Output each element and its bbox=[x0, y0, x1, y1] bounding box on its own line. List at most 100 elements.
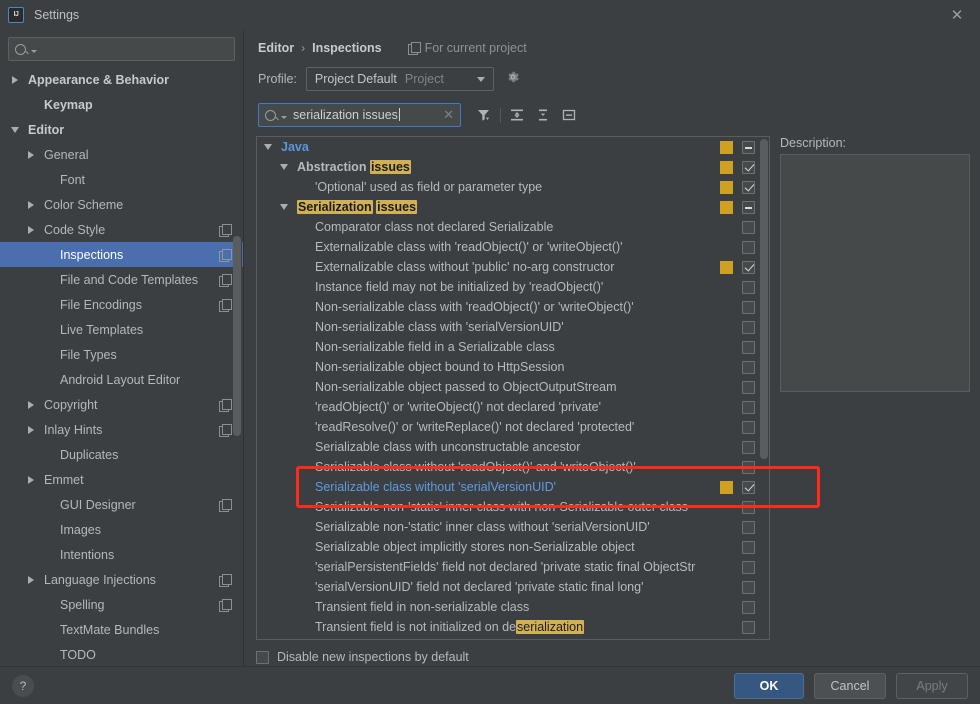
help-button[interactable]: ? bbox=[12, 674, 34, 697]
inspection-enabled-checkbox[interactable] bbox=[742, 240, 755, 254]
close-icon[interactable]: ✕ bbox=[934, 0, 980, 30]
inspection-row[interactable]: Non-serializable class with 'serialVersi… bbox=[257, 317, 769, 337]
inspection-enabled-checkbox[interactable] bbox=[742, 400, 755, 414]
sidebar-item-general[interactable]: General bbox=[0, 142, 243, 167]
sidebar-twisty[interactable] bbox=[24, 200, 38, 209]
chevron-down-icon[interactable] bbox=[277, 204, 291, 210]
severity-warning-swatch[interactable] bbox=[720, 180, 733, 194]
ok-button[interactable]: OK bbox=[734, 672, 804, 699]
sidebar-item-copyright[interactable]: Copyright bbox=[0, 392, 243, 417]
sidebar-item-appearance-behavior[interactable]: Appearance & Behavior bbox=[0, 67, 243, 92]
sidebar-item-duplicates[interactable]: Duplicates bbox=[0, 442, 243, 467]
breadcrumb-parent[interactable]: Editor bbox=[258, 41, 294, 55]
copy-settings-icon[interactable] bbox=[219, 423, 232, 437]
inspection-row[interactable]: Serializable class without 'readObject()… bbox=[257, 457, 769, 477]
chevron-down-icon[interactable] bbox=[261, 144, 275, 150]
sidebar-twisty[interactable] bbox=[8, 75, 22, 84]
inspection-enabled-checkbox[interactable] bbox=[742, 220, 755, 234]
sidebar-twisty[interactable] bbox=[24, 425, 38, 434]
sidebar-item-textmate-bundles[interactable]: TextMate Bundles bbox=[0, 617, 243, 642]
cancel-button[interactable]: Cancel bbox=[814, 672, 886, 699]
sidebar-twisty[interactable] bbox=[24, 575, 38, 584]
sidebar-item-android-layout-editor[interactable]: Android Layout Editor bbox=[0, 367, 243, 392]
inspection-enabled-checkbox[interactable] bbox=[742, 200, 755, 214]
inspection-row[interactable]: 'readResolve()' or 'writeReplace()' not … bbox=[257, 417, 769, 437]
sidebar-twisty[interactable] bbox=[8, 126, 22, 133]
inspection-enabled-checkbox[interactable] bbox=[742, 420, 755, 434]
sidebar-item-spelling[interactable]: Spelling bbox=[0, 592, 243, 617]
severity-warning-swatch[interactable] bbox=[720, 140, 733, 154]
filter-inspections-button[interactable] bbox=[471, 103, 497, 127]
profile-select[interactable]: Project Default Project bbox=[305, 67, 494, 91]
sidebar-item-todo[interactable]: TODO bbox=[0, 642, 243, 666]
inspection-row[interactable]: Serializable class without 'serialVersio… bbox=[257, 477, 769, 497]
inspection-row[interactable]: Comparator class not declared Serializab… bbox=[257, 217, 769, 237]
inspection-row[interactable]: Non-serializable object bound to HttpSes… bbox=[257, 357, 769, 377]
sidebar-item-editor[interactable]: Editor bbox=[0, 117, 243, 142]
severity-warning-swatch[interactable] bbox=[720, 260, 733, 274]
profile-settings-button[interactable] bbox=[506, 70, 524, 88]
inspection-row[interactable]: Non-serializable class with 'readObject(… bbox=[257, 297, 769, 317]
inspection-enabled-checkbox[interactable] bbox=[742, 580, 755, 594]
inspection-enabled-checkbox[interactable] bbox=[742, 180, 755, 194]
inspection-enabled-checkbox[interactable] bbox=[742, 600, 755, 614]
inspection-group-row[interactable]: Serialization issues bbox=[257, 197, 769, 217]
apply-button[interactable]: Apply bbox=[896, 672, 968, 699]
inspection-row[interactable]: Serializable non-'static' inner class wi… bbox=[257, 517, 769, 537]
copy-settings-icon[interactable] bbox=[219, 498, 232, 512]
copy-settings-icon[interactable] bbox=[219, 398, 232, 412]
sidebar-item-file-types[interactable]: File Types bbox=[0, 342, 243, 367]
sidebar-item-color-scheme[interactable]: Color Scheme bbox=[0, 192, 243, 217]
inspection-row[interactable]: Externalizable class with 'readObject()'… bbox=[257, 237, 769, 257]
inspection-enabled-checkbox[interactable] bbox=[742, 360, 755, 374]
inspection-enabled-checkbox[interactable] bbox=[742, 300, 755, 314]
inspection-enabled-checkbox[interactable] bbox=[742, 560, 755, 574]
inspection-row[interactable]: Serializable object implicitly stores no… bbox=[257, 537, 769, 557]
inspection-enabled-checkbox[interactable] bbox=[742, 480, 755, 494]
sidebar-item-language-injections[interactable]: Language Injections bbox=[0, 567, 243, 592]
inspections-tree[interactable]: Java Abstraction issues 'Optional' used as… bbox=[256, 136, 770, 640]
copy-settings-icon[interactable] bbox=[219, 573, 232, 587]
disable-new-inspections-checkbox[interactable] bbox=[256, 650, 269, 664]
copy-settings-icon[interactable] bbox=[219, 223, 232, 237]
inspection-row[interactable]: 'serialVersionUID' field not declared 'p… bbox=[257, 577, 769, 597]
settings-search-input[interactable] bbox=[8, 37, 235, 61]
sidebar-twisty[interactable] bbox=[24, 150, 38, 159]
collapse-all-button[interactable] bbox=[530, 103, 556, 127]
severity-warning-swatch[interactable] bbox=[720, 480, 733, 494]
inspection-enabled-checkbox[interactable] bbox=[742, 440, 755, 454]
toggle-description-panel-button[interactable] bbox=[556, 103, 582, 127]
disable-new-inspections-row[interactable]: Disable new inspections by default bbox=[244, 640, 980, 666]
copy-settings-icon[interactable] bbox=[219, 273, 232, 287]
inspection-row[interactable]: Serializable class with unconstructable … bbox=[257, 437, 769, 457]
inspection-enabled-checkbox[interactable] bbox=[742, 140, 755, 154]
inspection-enabled-checkbox[interactable] bbox=[742, 340, 755, 354]
inspection-enabled-checkbox[interactable] bbox=[742, 460, 755, 474]
inspection-search-input[interactable]: serialization issues ✕ bbox=[258, 103, 461, 127]
copy-settings-icon[interactable] bbox=[219, 248, 232, 262]
sidebar-item-file-encodings[interactable]: File Encodings bbox=[0, 292, 243, 317]
sidebar-scrollbar-thumb[interactable] bbox=[233, 236, 241, 436]
inspection-row[interactable]: Transient field in non-serializable clas… bbox=[257, 597, 769, 617]
expand-all-button[interactable] bbox=[504, 103, 530, 127]
copy-settings-icon[interactable] bbox=[219, 298, 232, 312]
sidebar-item-code-style[interactable]: Code Style bbox=[0, 217, 243, 242]
sidebar-item-inlay-hints[interactable]: Inlay Hints bbox=[0, 417, 243, 442]
inspection-row[interactable]: Non-serializable field in a Serializable… bbox=[257, 337, 769, 357]
inspection-enabled-checkbox[interactable] bbox=[742, 260, 755, 274]
inspection-group-row[interactable]: Java bbox=[257, 137, 769, 157]
sidebar-item-font[interactable]: Font bbox=[0, 167, 243, 192]
sidebar-item-file-and-code-templates[interactable]: File and Code Templates bbox=[0, 267, 243, 292]
inspection-enabled-checkbox[interactable] bbox=[742, 620, 755, 634]
tree-scrollbar-thumb[interactable] bbox=[760, 139, 768, 459]
sidebar-twisty[interactable] bbox=[24, 400, 38, 409]
chevron-down-icon[interactable] bbox=[277, 164, 291, 170]
inspection-enabled-checkbox[interactable] bbox=[742, 320, 755, 334]
inspection-enabled-checkbox[interactable] bbox=[742, 500, 755, 514]
inspection-row[interactable]: 'readObject()' or 'writeObject()' not de… bbox=[257, 397, 769, 417]
sidebar-twisty[interactable] bbox=[24, 225, 38, 234]
inspection-group-row[interactable]: Abstraction issues bbox=[257, 157, 769, 177]
inspection-enabled-checkbox[interactable] bbox=[742, 280, 755, 294]
severity-warning-swatch[interactable] bbox=[720, 200, 733, 214]
inspection-enabled-checkbox[interactable] bbox=[742, 520, 755, 534]
